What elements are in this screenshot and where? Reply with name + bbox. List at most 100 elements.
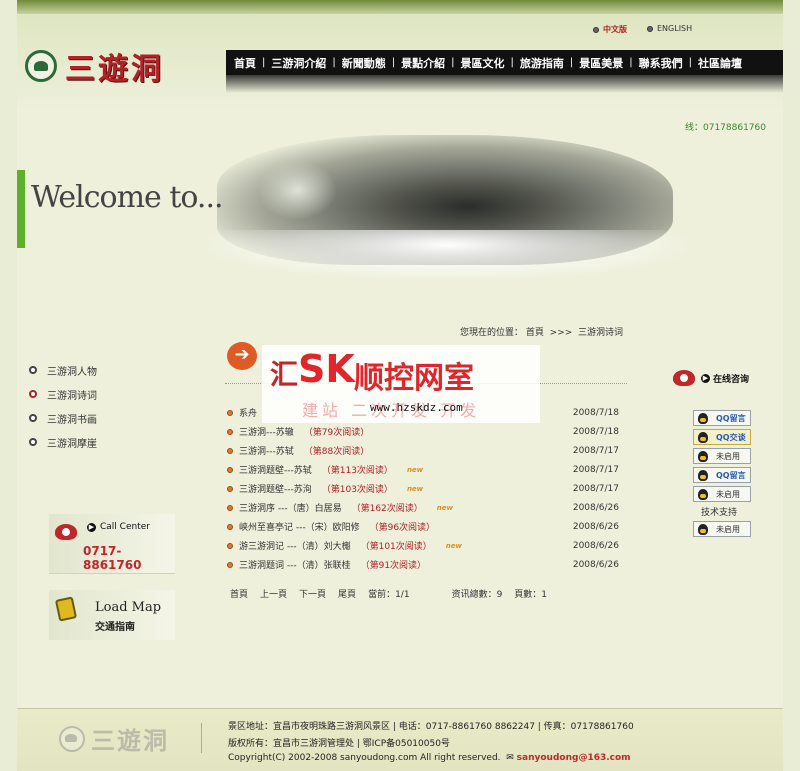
list-item-date: 2008/6/26 [572, 502, 619, 513]
list-item-views: （第79次阅读） [303, 428, 370, 438]
breadcrumb-current: 三游洞诗词 [578, 328, 624, 338]
pager: 首頁 上一頁 下一頁 尾頁 當前：1/1 资讯總數：9 頁數：1 [230, 587, 630, 600]
banner-mist [207, 230, 687, 280]
pager-pages: 頁數：1 [514, 590, 548, 600]
qq-button[interactable]: QQ留言 [693, 410, 751, 426]
page: 中文版 ENGLISH 三遊洞 首頁 | 三游洞介紹 | 新聞動態 | 景點介紹 | 景區文化 |… [17, 0, 783, 771]
nav-separator: | [391, 57, 396, 68]
footer-email-link[interactable]: sanyoudong@163.com [517, 753, 631, 763]
nav-item[interactable]: 景點介紹 [401, 55, 445, 71]
footer-divider [201, 723, 202, 753]
hot-badge-icon: new [445, 541, 462, 550]
sidebar-item[interactable]: 三游洞人物 [29, 358, 97, 382]
map-icon [54, 596, 78, 622]
arrow-right-icon: ▶ [701, 373, 710, 383]
sidebar-item[interactable]: 三游洞书画 [29, 406, 97, 430]
qq-button-label: QQ交谈 [716, 432, 746, 442]
sidebar-item[interactable]: 三游洞摩崖 [29, 430, 97, 454]
breadcrumb-home-link[interactable]: 首頁 [526, 328, 544, 338]
qq-penguin-icon [698, 469, 708, 481]
list-item-title-link[interactable]: 游三游洞记 ---（清）刘大櫆 [239, 539, 351, 552]
qq-button[interactable]: QQ交谈 [693, 429, 751, 445]
footer-address: 景区地址：宜昌市夜明珠路三游洞风景区 | 电话：0717-8861760 886… [228, 722, 634, 732]
list-item-views: （第88次阅读） [303, 447, 370, 457]
call-center-title: ▶ Call Center [87, 522, 150, 532]
phone-icon [673, 370, 695, 386]
list-item-title-link[interactable]: 峡州至喜亭记 ---（宋）欧阳修 [239, 520, 360, 533]
nav-item[interactable]: 首頁 [234, 55, 256, 71]
main-nav: 首頁 | 三游洞介紹 | 新聞動態 | 景點介紹 | 景區文化 | 旅游指南 | 景區美景 | 聯系我們 | 社… [226, 50, 783, 75]
phone-icon [55, 524, 77, 540]
list-item-views: （第162次阅读） [351, 504, 423, 514]
call-center-phone: 0717-8861760 [83, 544, 142, 572]
list-item-date: 2008/7/17 [572, 483, 619, 494]
nav-item[interactable]: 新聞動態 [342, 55, 386, 71]
lang-english-link[interactable]: ENGLISH [647, 24, 692, 33]
bullet-icon [647, 25, 653, 32]
list-item-views: （第91次阅读） [360, 561, 427, 571]
list-item-title-link[interactable]: 三游洞序 ---（唐）白居易 [239, 501, 342, 514]
online-consult-header: ▶ 在线咨询 [673, 370, 749, 386]
qq-button-label: QQ留言 [716, 470, 746, 480]
list-item: 三游洞序 ---（唐）白居易 （第162次阅读） new 2008/6/26 [227, 498, 627, 517]
list-item: 游三游洞记 ---（清）刘大櫆 （第101次阅读） new 2008/6/26 [227, 536, 627, 555]
consult-title: ▶ 在线咨询 [701, 373, 750, 385]
list-item-title-link[interactable]: 系舟 [239, 406, 257, 419]
lang-chinese-link[interactable]: 中文版 [593, 24, 627, 35]
watermark-url: www.hzskdz.com [370, 401, 463, 414]
bullet-icon [227, 485, 233, 492]
sidebar-item-label: 三游洞人物 [47, 366, 97, 378]
nav-item[interactable]: 三游洞介紹 [271, 55, 326, 71]
banner-highlight [257, 160, 337, 220]
list-item: 三游洞题壁---苏洵 （第103次阅读） new 2008/7/17 [227, 479, 627, 498]
bullet-icon [227, 447, 233, 454]
lang-chinese-label: 中文版 [603, 25, 627, 34]
list-item-title-link[interactable]: 三游洞---苏轼 [239, 444, 294, 457]
site-logo[interactable]: 三遊洞 [25, 44, 164, 88]
nav-separator: | [510, 57, 514, 68]
nav-item[interactable]: 旅游指南 [520, 55, 564, 71]
hotline-text: 线：07178861760 [685, 123, 766, 133]
list-item: 峡州至喜亭记 ---（宋）欧阳修 （第96次阅读） 2008/6/26 [227, 517, 627, 536]
poem-list: 系舟 2008/7/18 三游洞---苏辙 （第79次阅读） 2008/7/18 三游洞-… [227, 403, 627, 574]
footer-copyright-owner: 版权所有：宜昌市三游洞管理处 | 鄂ICP备05010050号 [228, 739, 450, 749]
qq-service-list: QQ留言 QQ交谈 未启用 QQ留言 未启用 技术支持 未启用 [693, 410, 751, 540]
watermark-prefix: 汇 [270, 358, 299, 391]
list-item-title-link[interactable]: 三游洞题壁---苏轼 [239, 463, 312, 476]
bullet-icon [29, 414, 37, 422]
nav-item[interactable]: 景區文化 [461, 55, 505, 71]
sidebar-item[interactable]: 三游洞诗词 [29, 382, 97, 406]
qq-button[interactable]: QQ留言 [693, 467, 751, 483]
list-item-title-link[interactable]: 三游洞题词 ---（清）张联桂 [239, 558, 351, 571]
bullet-icon [593, 26, 599, 33]
bullet-icon [227, 542, 233, 549]
sidebar-item-label: 三游洞书画 [47, 414, 97, 426]
welcome-accent-bar [17, 170, 25, 248]
arrow-right-icon: ➔ [227, 342, 257, 370]
pager-prev[interactable]: 上一頁 [260, 587, 287, 600]
load-map-link[interactable]: Load Map 交通指南 [49, 590, 175, 640]
qq-button[interactable]: 未启用 [693, 448, 751, 464]
nav-item[interactable]: 景區美景 [579, 55, 623, 71]
qq-penguin-icon [698, 488, 708, 500]
nav-separator: | [262, 57, 266, 68]
nav-item[interactable]: 社區論壇 [698, 55, 742, 71]
list-item-title-link[interactable]: 三游洞题壁---苏洵 [239, 482, 312, 495]
list-item-title-link[interactable]: 三游洞---苏辙 [239, 425, 294, 438]
pager-first[interactable]: 首頁 [230, 587, 248, 600]
watermark-overlay: 汇 建站 二次开发 开发 SK 顺控网室 www.hzskdz.com [262, 345, 540, 423]
qq-button-label: 未启用 [716, 451, 740, 461]
pager-next[interactable]: 下一頁 [299, 587, 326, 600]
footer: 三遊洞 景区地址：宜昌市夜明珠路三游洞风景区 | 电话：0717-8861760… [17, 708, 783, 771]
bullet-icon [29, 390, 37, 398]
qq-button[interactable]: 未启用 [693, 521, 751, 537]
mail-icon: ✉ [503, 753, 514, 763]
qq-penguin-icon [698, 523, 708, 535]
pager-last[interactable]: 尾頁 [338, 587, 356, 600]
lang-english-label: ENGLISH [657, 24, 693, 33]
qq-button[interactable]: 未启用 [693, 486, 751, 502]
list-item-date: 2008/6/26 [572, 521, 619, 532]
logo-text: 三遊洞 [65, 52, 164, 87]
nav-item[interactable]: 聯系我們 [639, 55, 683, 71]
footer-copyright: Copyright(C) 2002-2008 sanyoudong.com Al… [228, 753, 631, 763]
